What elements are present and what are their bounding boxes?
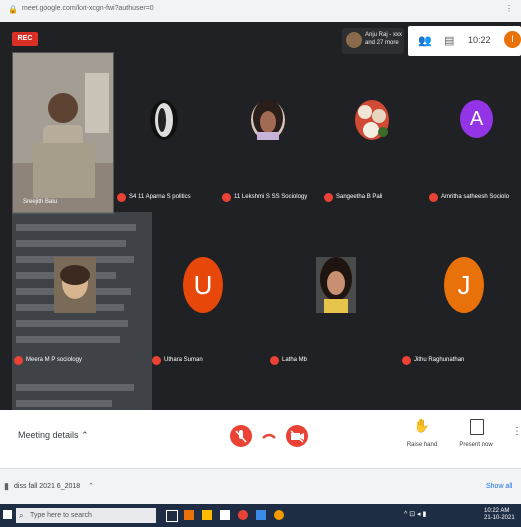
windows-start-icon[interactable] <box>3 510 12 519</box>
people-icon[interactable]: 👥 <box>418 34 432 47</box>
chrome-icon[interactable] <box>238 510 248 520</box>
participant-tile[interactable]: S4 11 Aparna S politics <box>115 80 210 210</box>
participant-name: Jithu Raghunathan <box>414 357 465 363</box>
self-video-image <box>13 53 113 213</box>
system-tray-icons[interactable]: ^ ⊡ ◂ ▮ <box>404 510 426 518</box>
participants-summary[interactable]: Anju Raj - xxx and 27 more <box>342 28 404 54</box>
url-text[interactable]: meet.google.com/kxt-xcgn-fwi?authuser=0 <box>22 5 154 12</box>
panel-row <box>16 224 136 231</box>
participant-name: S4 11 Aparna S politics <box>129 194 191 200</box>
search-icon: ⌕ <box>19 511 24 520</box>
browser-address-bar[interactable]: 🔒 meet.google.com/kxt-xcgn-fwi?authuser=… <box>0 0 521 23</box>
participant-tile[interactable]: U Uthara Suman <box>150 245 260 375</box>
present-now-icon[interactable] <box>470 419 484 435</box>
panel-row <box>16 400 112 407</box>
mic-muted-icon <box>429 193 438 202</box>
file-icon: ▮ <box>4 481 9 491</box>
participant-tile[interactable]: 11 Lekshmi S SS Sociology <box>218 80 318 210</box>
more-options-icon[interactable]: ⋮ <box>512 426 521 437</box>
participant-name: 11 Lekshmi S SS Sociology <box>234 194 308 200</box>
camera-off-icon <box>290 430 304 443</box>
mic-muted-icon <box>324 193 333 202</box>
participant-avatar <box>346 32 362 48</box>
mic-muted-icon <box>14 356 23 365</box>
participant-avatar <box>316 257 356 313</box>
leave-call-button[interactable] <box>258 425 280 447</box>
participant-tile[interactable]: A Amritha satheesh Sociolo <box>425 80 521 210</box>
taskbar-search-placeholder: Type here to search <box>30 512 92 519</box>
browser-menu-icon[interactable]: ⋮ <box>505 4 513 13</box>
participants-summary-text: Anju Raj - xxx and 27 more <box>365 32 403 46</box>
participant-name: Uthara Suman <box>164 357 203 363</box>
camera-toggle-button[interactable] <box>286 425 308 447</box>
app-icon[interactable] <box>256 510 266 520</box>
windows-taskbar: ⌕ Type here to search ^ ⊡ ◂ ▮ 10:22 AM 2… <box>0 504 521 527</box>
participant-name: Latha Mb <box>282 357 308 363</box>
mic-muted-icon <box>152 356 161 365</box>
participant-tile[interactable]: Meera M P sociology <box>12 245 142 375</box>
task-view-icon[interactable] <box>166 510 178 522</box>
participant-name: Meera M P sociology <box>26 357 82 363</box>
clock-date: 21-10-2021 <box>484 515 515 521</box>
app-icon[interactable] <box>274 510 284 520</box>
panel-row <box>16 384 134 391</box>
participant-avatar <box>355 100 389 140</box>
mic-muted-icon <box>222 193 231 202</box>
downloads-bar: ▮ diss fall 2021 6_2018 ⌃ Show all <box>0 468 521 505</box>
self-video-tile: Sreejith Balu <box>12 52 114 214</box>
participant-tile[interactable]: Latha Mb <box>268 245 398 375</box>
office-app-icon[interactable] <box>184 510 194 520</box>
lock-icon: 🔒 <box>8 5 18 14</box>
top-right-controls: 👥 ▤ 10:22 I <box>408 26 521 56</box>
meeting-details-button[interactable]: Meeting details ⌃ <box>18 430 89 441</box>
mic-toggle-button[interactable] <box>230 425 252 447</box>
participant-avatar: A <box>460 100 493 138</box>
participant-tile[interactable]: J Jithu Raghunathan <box>400 245 521 375</box>
participant-name: Amritha satheesh Sociolo <box>441 194 510 200</box>
participant-avatar: U <box>183 257 223 313</box>
participant-avatar <box>54 257 96 313</box>
participant-name: Sangeetha B Pali <box>336 194 383 200</box>
raise-hand-label[interactable]: Raise hand <box>400 442 444 448</box>
taskbar-search-box[interactable]: ⌕ Type here to search <box>16 508 156 523</box>
mic-muted-icon <box>402 356 411 365</box>
self-avatar[interactable]: I <box>504 31 521 48</box>
mic-off-icon <box>235 430 247 443</box>
participant-avatar <box>251 99 285 140</box>
store-icon[interactable] <box>220 510 230 520</box>
present-now-label[interactable]: Present now <box>454 442 498 448</box>
meeting-controls-bar: Meeting details ⌃ ✋ Raise hand Present n… <box>0 410 521 468</box>
chat-icon[interactable]: ▤ <box>444 34 454 47</box>
self-name-label: Sreejith Balu <box>23 199 58 205</box>
participant-avatar: J <box>444 257 484 313</box>
recording-badge: REC <box>12 32 38 46</box>
raise-hand-icon[interactable]: ✋ <box>412 418 432 438</box>
file-explorer-icon[interactable] <box>202 510 212 520</box>
participant-tile[interactable]: Sangeetha B Pali <box>322 80 417 210</box>
participant-avatar <box>150 100 178 140</box>
hangup-icon <box>262 433 276 439</box>
mic-muted-icon <box>270 356 279 365</box>
mic-muted-icon <box>117 193 126 202</box>
chevron-up-icon[interactable]: ⌃ <box>88 482 94 490</box>
meeting-details-label: Meeting details <box>18 430 79 440</box>
meeting-time: 10:22 <box>468 35 491 45</box>
taskbar-clock[interactable]: 10:22 AM 21-10-2021 <box>484 508 515 522</box>
show-all-button[interactable]: Show all <box>486 483 512 490</box>
chevron-up-icon: ⌃ <box>81 430 89 440</box>
clock-time: 10:22 AM <box>484 508 510 514</box>
download-file-name[interactable]: diss fall 2021 6_2018 <box>14 483 80 490</box>
